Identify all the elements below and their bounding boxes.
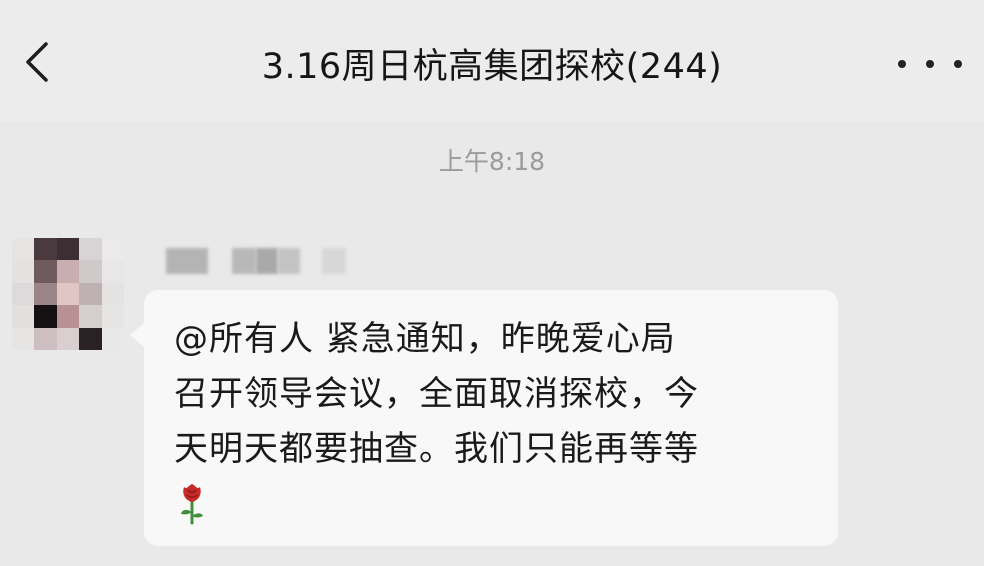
more-options-button[interactable]: [898, 44, 962, 84]
more-horizontal-icon: [954, 60, 962, 68]
chat-title: 3.16周日杭高集团探校(244): [261, 47, 723, 87]
message-line: 召开领导会议，全面取消探校，今: [174, 374, 699, 414]
chat-header: 3.16周日杭高集团探校(244): [0, 0, 984, 122]
sender-name-redacted[interactable]: [160, 248, 360, 278]
message-timestamp: 上午8:18: [438, 147, 546, 176]
avatar[interactable]: [12, 238, 124, 350]
chevron-left-icon: [26, 42, 48, 82]
more-horizontal-icon: [898, 60, 906, 68]
message-bubble[interactable]: @所有人 紧急通知，昨晚爱心局 召开领导会议，全面取消探校，今 天明天都要抽查。…: [130, 290, 838, 546]
message-line: @所有人 紧急通知，昨晚爱心局: [174, 319, 676, 359]
bubble-tail: [130, 322, 145, 348]
more-horizontal-icon: [926, 60, 934, 68]
message-line: 天明天都要抽查。我们只能再等等: [174, 429, 699, 469]
rose-icon: [181, 484, 203, 525]
back-button[interactable]: [14, 34, 60, 90]
